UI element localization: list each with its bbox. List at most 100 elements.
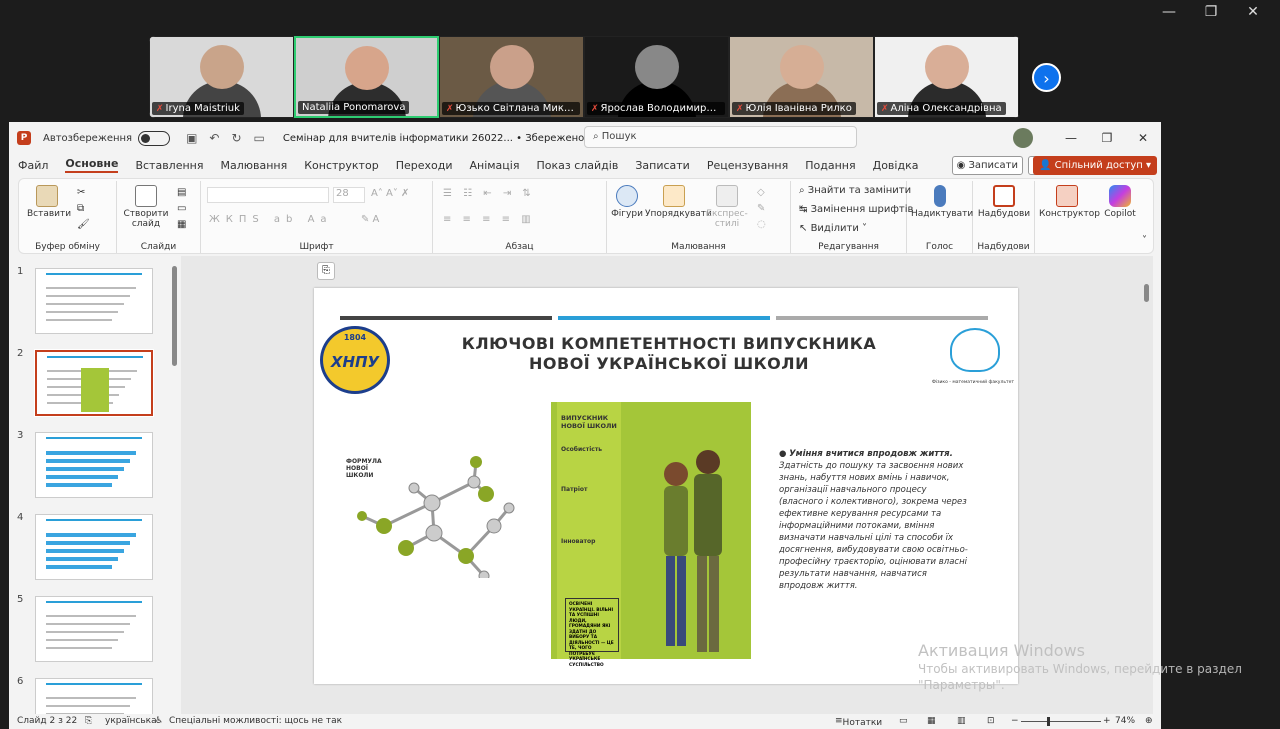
participant-name: ✗ Iryna Maistriuk [152, 102, 244, 115]
slide-color-bars [340, 316, 988, 320]
thumbnail-line [46, 311, 118, 313]
slide-thumbnail[interactable] [35, 268, 153, 334]
designer-label: Конструктор [1039, 209, 1100, 219]
shapes-button[interactable]: Фігури [611, 185, 643, 219]
zoom-close-button[interactable]: ✕ [1232, 2, 1274, 22]
find-replace-button[interactable]: ⌕ Знайти та замінити [799, 185, 911, 196]
font-format-icons[interactable]: ЖКПS ab Aa [209, 214, 333, 225]
arrange-button[interactable]: Упорядкувати [645, 185, 712, 219]
zoom-slider[interactable] [1021, 721, 1101, 722]
designer-button[interactable]: Конструктор [1039, 185, 1100, 219]
tab-0[interactable]: Файл [18, 159, 48, 172]
slide-sorter-icon[interactable]: ▦ [927, 716, 936, 726]
normal-view-icon[interactable]: ▭ [899, 716, 908, 726]
zoom-minimize-button[interactable]: — [1148, 2, 1190, 22]
zoom-maximize-button[interactable]: ❐ [1190, 2, 1232, 22]
collapse-ribbon-icon[interactable]: ˅ [1142, 235, 1147, 246]
express-styles-label: Експрес-стилі [706, 209, 748, 229]
tab-5[interactable]: Переходи [396, 159, 453, 172]
participant-tile[interactable]: ✗ Юзько Світлана Мико... [439, 36, 584, 118]
zoom-level[interactable]: 74% [1115, 716, 1135, 726]
fill-outline-icons[interactable]: ◇ ✎ ◌ [757, 185, 766, 233]
copy-icon[interactable]: ⧉ [77, 203, 84, 214]
format-painter-icon[interactable]: 🖌 [77, 219, 90, 230]
list-icons[interactable]: ☰ ☷ ⇤ ⇥ ⇅ [443, 188, 535, 199]
slide-scroll-thumb[interactable] [1144, 284, 1149, 302]
maximize-button[interactable]: ❐ [1089, 131, 1125, 145]
reset-icon[interactable]: ▭ [177, 203, 186, 214]
notes-button[interactable]: ≡ Нотатки [835, 716, 882, 728]
record-button[interactable]: ◉ Записати [951, 156, 1023, 175]
replace-fonts-button[interactable]: ↹ Замінення шрифтів [799, 204, 913, 215]
thumbnail-number: 1 [17, 266, 24, 277]
tab-8[interactable]: Записати [635, 159, 689, 172]
participant-name: ✗ Аліна Олександрівна [877, 102, 1006, 115]
save-icon[interactable]: ▣ [186, 131, 197, 145]
dictate-button[interactable]: Надиктувати [911, 185, 973, 219]
share-button[interactable]: 👤 Спільний доступ ▾ [1033, 156, 1157, 175]
autosave-toggle[interactable] [138, 130, 171, 146]
thumbnails-scrollbar[interactable] [171, 256, 179, 714]
slide-notes-icon[interactable]: ⎘ [317, 262, 335, 280]
slide-thumbnail[interactable] [34, 349, 154, 417]
slide-thumbnail[interactable] [35, 596, 153, 662]
tab-6[interactable]: Анімація [469, 159, 519, 172]
font-label: Шрифт [299, 242, 334, 252]
zoom-slider-knob[interactable] [1047, 717, 1050, 726]
participant-tile[interactable]: ✗ Аліна Олександрівна [874, 36, 1019, 118]
group-voice: Надиктувати Голос [907, 181, 973, 253]
current-slide[interactable]: 1804 ХНПУ КЛЮЧОВІ КОМПЕТЕНТНОСТІ ВИПУСКН… [314, 288, 1018, 684]
tab-9[interactable]: Рецензування [707, 159, 788, 172]
zoom-in-icon[interactable]: + [1103, 716, 1111, 726]
font-color-icon[interactable]: ✎ A [361, 214, 379, 225]
addins-button[interactable]: Надбудови [977, 185, 1031, 219]
tab-1[interactable]: Основне [65, 157, 119, 173]
accessibility-status[interactable]: Спеціальні можливості: щось не так [169, 716, 342, 726]
tab-11[interactable]: Довідка [873, 159, 919, 172]
document-title[interactable]: Семінар для вчителів інформатики 26022..… [283, 133, 634, 144]
section-icon[interactable]: ▦ [177, 219, 186, 230]
tab-7[interactable]: Показ слайдів [536, 159, 618, 172]
select-button[interactable]: ↖ Виділити ˅ [799, 223, 867, 234]
zoom-out-icon[interactable]: − [1011, 716, 1019, 726]
status-bar: Слайд 2 з 22 ⎘ українська ♿ Спеціальні м… [9, 714, 1161, 729]
muted-mic-icon: ✗ [736, 104, 744, 114]
slides-label: Слайди [140, 242, 177, 252]
slide-thumbnail[interactable] [35, 432, 153, 498]
participant-tile[interactable]: ✗ Юлія Іванівна Рилко [729, 36, 874, 118]
undo-icon[interactable]: ↶ [209, 131, 219, 145]
slide-thumbnail[interactable] [35, 514, 153, 580]
spellcheck-icon[interactable]: ⎘ [85, 716, 92, 726]
tab-10[interactable]: Подання [805, 159, 855, 172]
tab-4[interactable]: Конструктор [304, 159, 378, 172]
participant-tile[interactable]: ✗ Ярослав Володимиро... [584, 36, 729, 118]
minimize-button[interactable]: — [1053, 131, 1089, 145]
close-button[interactable]: ✕ [1125, 131, 1161, 145]
participant-tile[interactable]: ✗ Iryna Maistriuk [149, 36, 294, 118]
tab-2[interactable]: Вставлення [135, 159, 203, 172]
paste-button[interactable]: Вставити [27, 185, 71, 219]
language-label[interactable]: українська [105, 716, 157, 726]
font-name-input[interactable] [207, 187, 329, 203]
slideshow-icon[interactable]: ⊡ [987, 716, 995, 726]
font-size-input[interactable]: 28 [333, 187, 365, 203]
express-styles-button[interactable]: Експрес-стилі [705, 185, 749, 229]
accessibility-icon[interactable]: ♿ [155, 716, 163, 726]
redo-icon[interactable]: ↻ [231, 131, 241, 145]
participant-tile[interactable]: Nataliia Ponomarova [294, 36, 439, 118]
thumbnail-line [46, 319, 112, 321]
fit-slide-icon[interactable]: ⊕ [1145, 716, 1153, 726]
layout-icon[interactable]: ▤ [177, 187, 186, 198]
search-input[interactable]: ⌕ Пошук [584, 126, 857, 148]
new-slide-button[interactable]: Створити слайд [121, 185, 171, 229]
avatar[interactable] [1013, 128, 1033, 148]
present-icon[interactable]: ▭ [254, 131, 265, 145]
thumbnails-scroll-thumb[interactable] [172, 266, 177, 366]
cut-icon[interactable]: ✂ [77, 187, 85, 198]
align-icons[interactable]: ≡ ≡ ≡ ≡ ▥ [443, 214, 535, 225]
reading-view-icon[interactable]: ▥ [957, 716, 966, 726]
copilot-button[interactable]: Copilot [1097, 185, 1143, 219]
tab-3[interactable]: Малювання [220, 159, 287, 172]
font-grow-icon[interactable]: A˄ A˅ ✗ [371, 188, 409, 199]
next-page-arrow-icon[interactable]: › [1032, 63, 1061, 92]
